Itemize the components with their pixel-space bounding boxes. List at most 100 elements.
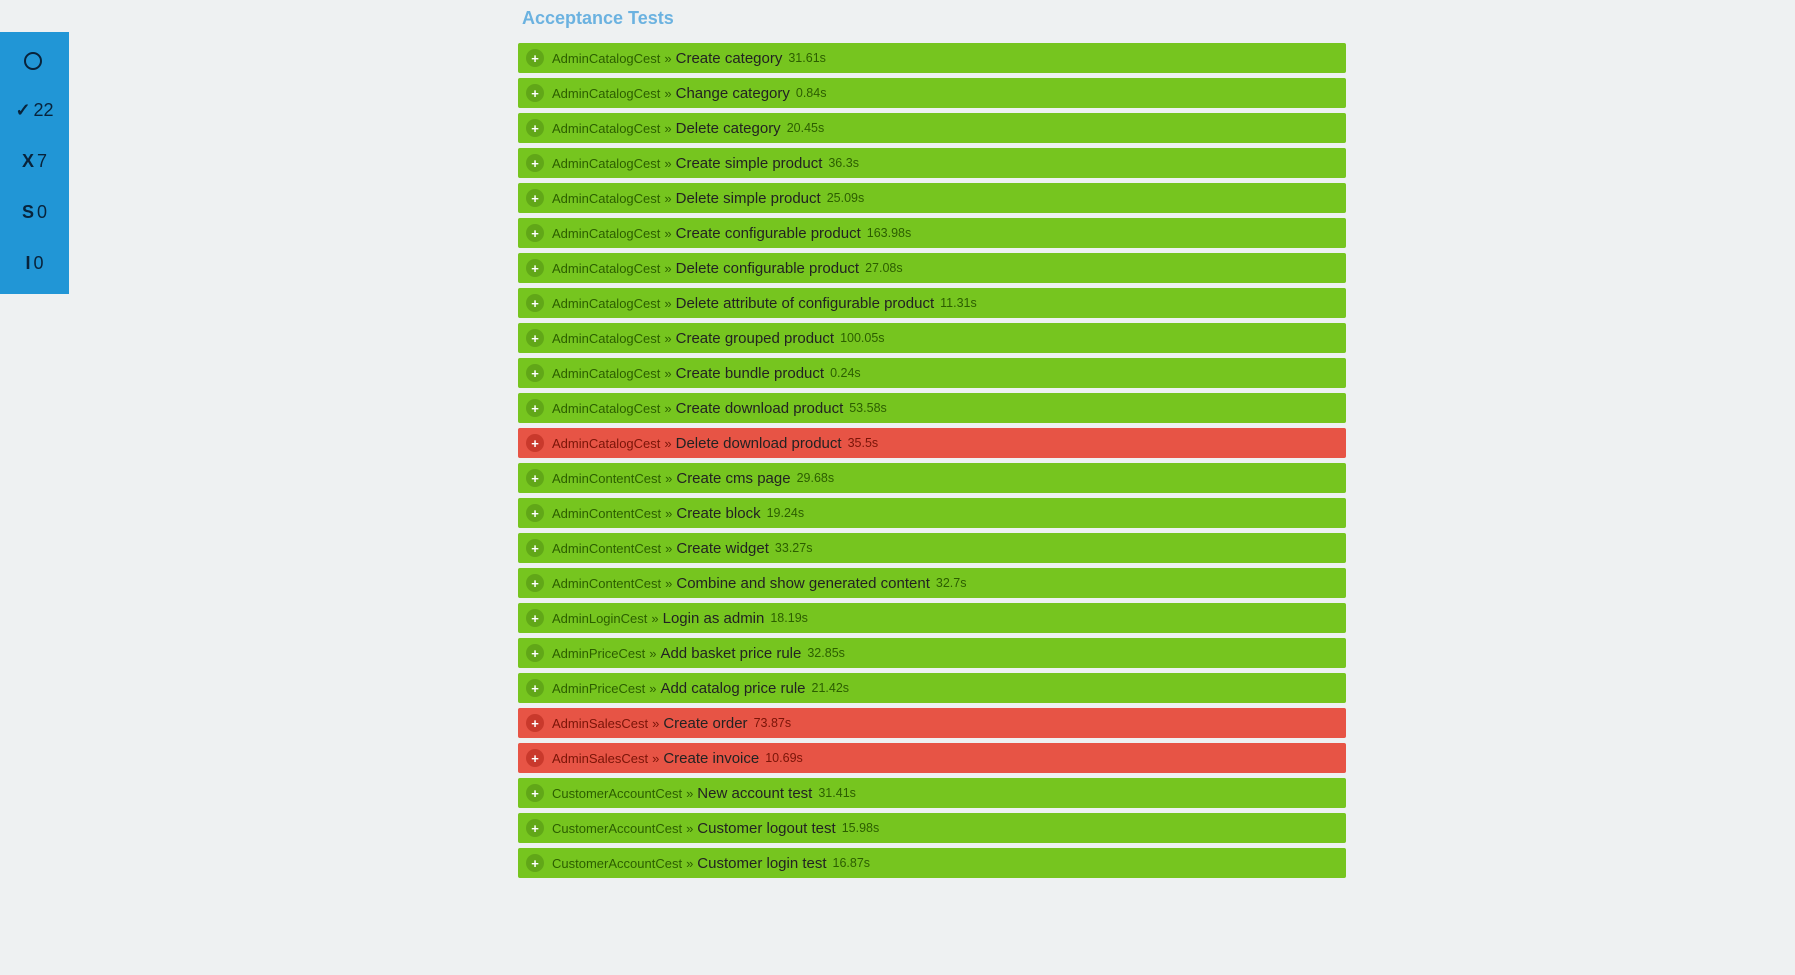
test-name: Combine and show generated content [676, 575, 930, 592]
plus-icon[interactable]: + [526, 504, 544, 522]
test-separator: » [649, 646, 656, 661]
test-row[interactable]: + AdminCatalogCest » Create configurable pr… [518, 218, 1346, 248]
sidebar-item-fail[interactable]: X 7 [22, 151, 47, 172]
test-name: Create widget [676, 540, 769, 557]
plus-icon[interactable]: + [526, 84, 544, 102]
sidebar-skip-count: 0 [37, 202, 47, 223]
test-row[interactable]: +AdminCatalogCest»Change category0.84s [518, 78, 1346, 108]
test-row[interactable]: +AdminCatalogCest»Create grouped product… [518, 323, 1346, 353]
test-separator: » [651, 611, 658, 626]
test-row[interactable]: +AdminContentCest»Combine and show gener… [518, 568, 1346, 598]
plus-icon[interactable]: + [526, 399, 544, 417]
test-row[interactable]: +AdminCatalogCest»Create bundle product0… [518, 358, 1346, 388]
plus-icon[interactable]: + [526, 364, 544, 382]
test-name: Delete category [676, 120, 781, 137]
plus-icon[interactable]: + [526, 714, 544, 732]
test-row[interactable]: +CustomerAccountCest»Customer login test… [518, 848, 1346, 878]
test-name: New account test [697, 785, 812, 802]
plus-icon[interactable]: + [526, 609, 544, 627]
test-row[interactable]: +AdminCatalogCest»Create download produc… [518, 393, 1346, 423]
test-name: Delete download product [676, 435, 842, 452]
test-separator: » [665, 471, 672, 486]
plus-icon[interactable]: + [526, 749, 544, 767]
test-class: AdminCatalogCest [552, 121, 660, 136]
plus-icon[interactable]: + [526, 574, 544, 592]
test-row[interactable]: +AdminCatalogCest»Delete attribute of co… [518, 288, 1346, 318]
test-row[interactable]: +AdminSalesCest»Create invoice10.69s [518, 743, 1346, 773]
test-time: 32.85s [807, 646, 845, 660]
sidebar-item-skip[interactable]: S 0 [22, 202, 47, 223]
test-name: Create bundle product [676, 365, 824, 382]
test-class: AdminCatalogCest [552, 51, 660, 66]
test-row[interactable]: + AdminLoginCest » Login as admin 18.19s [518, 603, 1346, 633]
test-row[interactable]: +CustomerAccountCest»Customer logout tes… [518, 813, 1346, 843]
test-separator: » [652, 751, 659, 766]
test-name: Delete simple product [676, 190, 821, 207]
test-name: Login as admin [663, 610, 765, 627]
test-class: AdminCatalogCest [552, 436, 660, 451]
plus-icon[interactable]: + [526, 679, 544, 697]
test-row[interactable]: +AdminCatalogCest»Create simple product3… [518, 148, 1346, 178]
test-separator: » [686, 856, 693, 871]
sidebar-fail-count: 7 [37, 151, 47, 172]
test-separator: » [664, 296, 671, 311]
plus-icon[interactable]: + [526, 154, 544, 172]
test-class: AdminLoginCest [552, 611, 647, 626]
test-separator: » [664, 51, 671, 66]
test-name: Create grouped product [676, 330, 834, 347]
plus-icon[interactable]: + [526, 294, 544, 312]
test-time: 19.24s [767, 506, 805, 520]
plus-icon[interactable]: + [526, 189, 544, 207]
plus-icon[interactable]: + [526, 819, 544, 837]
test-row[interactable]: +AdminCatalogCest»Delete configurable pr… [518, 253, 1346, 283]
test-class: AdminSalesCest [552, 751, 648, 766]
test-class: AdminCatalogCest [552, 226, 660, 241]
test-separator: » [665, 541, 672, 556]
test-row[interactable]: + AdminCatalogCest » Delete category 20.45s [518, 113, 1346, 143]
test-separator: » [664, 226, 671, 241]
test-row[interactable]: +AdminContentCest»Create cms page29.68s [518, 463, 1346, 493]
plus-icon[interactable]: + [526, 224, 544, 242]
plus-icon[interactable]: + [526, 644, 544, 662]
plus-icon[interactable]: + [526, 329, 544, 347]
plus-icon[interactable]: + [526, 539, 544, 557]
test-separator: » [664, 401, 671, 416]
test-name: Create configurable product [676, 225, 861, 242]
test-separator: » [665, 506, 672, 521]
test-class: AdminCatalogCest [552, 191, 660, 206]
test-class: AdminPriceCest [552, 646, 645, 661]
test-time: 18.19s [770, 611, 808, 625]
test-separator: » [664, 191, 671, 206]
test-row[interactable]: +AdminPriceCest»Add basket price rule32.… [518, 638, 1346, 668]
plus-icon[interactable]: + [526, 119, 544, 137]
test-row[interactable]: +AdminSalesCest»Create order73.87s [518, 708, 1346, 738]
test-row[interactable]: +AdminCatalogCest»Create category31.61s [518, 43, 1346, 73]
circle-icon [24, 52, 42, 70]
test-time: 36.3s [828, 156, 859, 170]
test-row[interactable]: +AdminCatalogCest»Delete download produc… [518, 428, 1346, 458]
plus-icon[interactable]: + [526, 854, 544, 872]
test-separator: » [665, 576, 672, 591]
test-row[interactable]: +AdminPriceCest»Add catalog price rule21… [518, 673, 1346, 703]
s-icon: S [22, 202, 34, 223]
plus-icon[interactable]: + [526, 259, 544, 277]
sidebar-item-all[interactable] [24, 52, 45, 70]
test-time: 20.45s [787, 121, 825, 135]
test-time: 27.08s [865, 261, 903, 275]
test-time: 21.42s [812, 681, 850, 695]
plus-icon[interactable]: + [526, 49, 544, 67]
check-icon: ✓ [15, 100, 30, 121]
test-row[interactable]: +AdminCatalogCest»Delete simple product2… [518, 183, 1346, 213]
test-row[interactable]: +AdminContentCest»Create widget33.27s [518, 533, 1346, 563]
sidebar-item-pass[interactable]: ✓ 22 [15, 100, 53, 121]
test-list: +AdminCatalogCest»Create category31.61s+… [518, 43, 1346, 878]
plus-icon[interactable]: + [526, 469, 544, 487]
sidebar-item-incomplete[interactable]: I 0 [25, 253, 43, 274]
test-row[interactable]: +AdminContentCest»Create block19.24s [518, 498, 1346, 528]
plus-icon[interactable]: + [526, 784, 544, 802]
test-row[interactable]: +CustomerAccountCest»New account test31.… [518, 778, 1346, 808]
sidebar-incomplete-count: 0 [34, 253, 44, 274]
plus-icon[interactable]: + [526, 434, 544, 452]
test-time: 31.61s [788, 51, 826, 65]
test-separator: » [664, 121, 671, 136]
